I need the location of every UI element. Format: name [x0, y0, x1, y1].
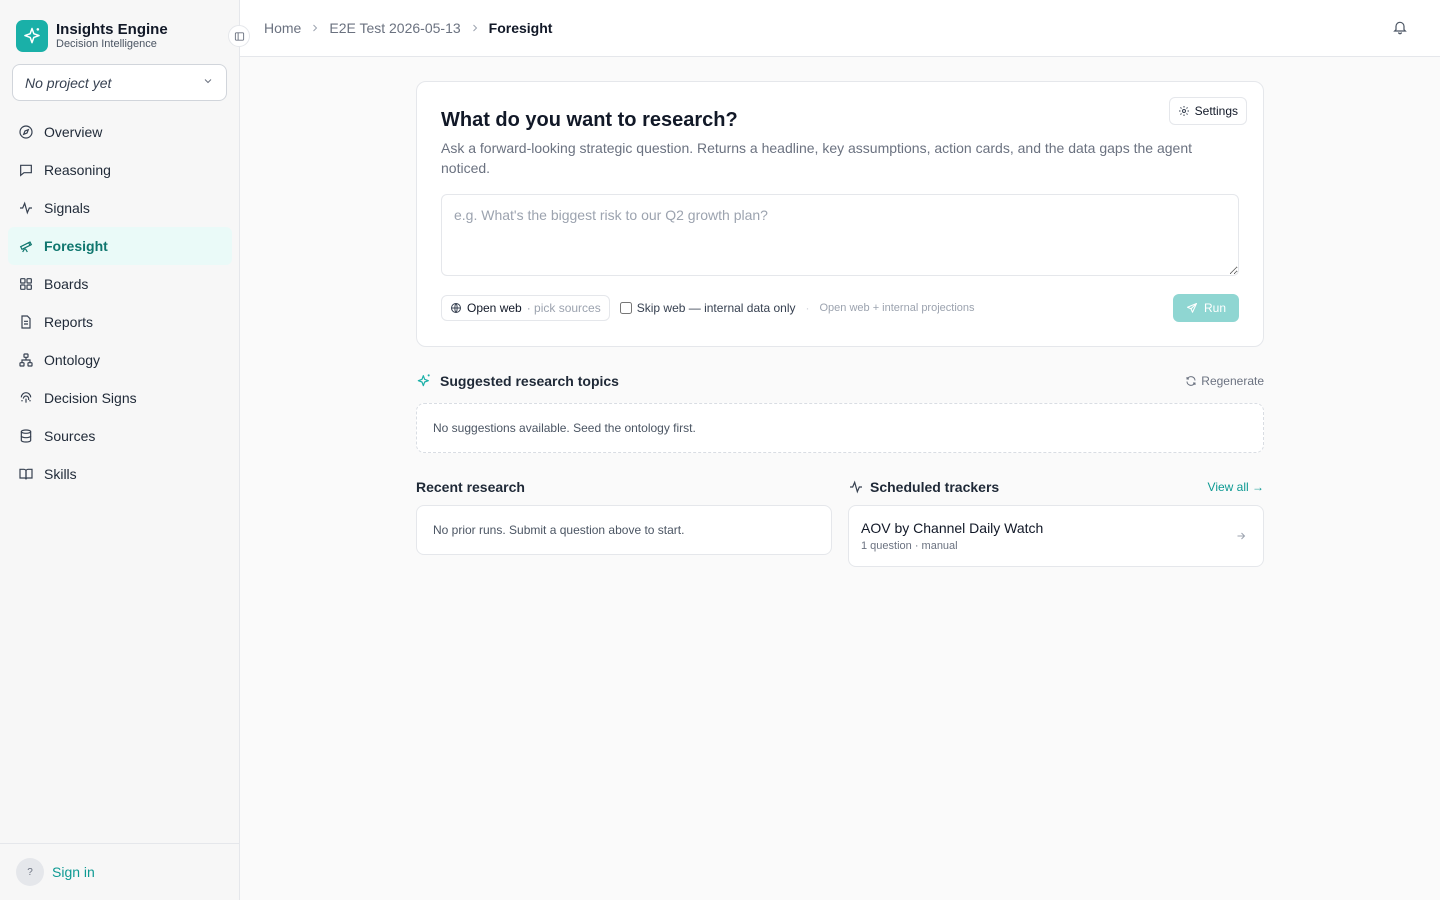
sidebar-item-label: Overview — [44, 124, 103, 140]
tracker-meta: 1 question · manual — [861, 540, 958, 552]
avatar[interactable]: ? — [16, 858, 44, 886]
sidebar-footer: ? Sign in — [0, 843, 239, 900]
regenerate-label: Regenerate — [1201, 374, 1264, 388]
sparkles-icon — [417, 374, 430, 387]
page-title: What do you want to research? — [441, 109, 738, 131]
file-text-icon — [21, 315, 31, 329]
sidebar: Insights Engine Decision Intelligence No… — [0, 0, 240, 900]
sidebar-nav: Overview Reasoning Signals Foresight Boa… — [8, 113, 232, 493]
suggestions-header: Suggested research topics Regenerate — [416, 371, 1264, 391]
fingerprint-icon — [20, 392, 32, 403]
regenerate-button[interactable]: Regenerate — [1185, 374, 1264, 388]
project-select-value: No project yet — [25, 74, 112, 91]
activity-icon — [20, 201, 32, 215]
recent-research-title: Recent research — [416, 479, 525, 495]
sidebar-item-label: Ontology — [44, 352, 101, 368]
chevron-down-icon — [202, 74, 214, 92]
sidebar-item-label: Skills — [44, 466, 77, 482]
suggestions-title: Suggested research topics — [416, 373, 619, 389]
pick-sources-label: · pick sources — [526, 301, 601, 315]
message-square-icon — [20, 164, 32, 177]
research-options: Open web · pick sources Skip web — inter… — [441, 295, 975, 321]
settings-button[interactable]: Settings — [1168, 97, 1247, 125]
research-description: Ask a forward-looking strategic question… — [441, 140, 1192, 176]
globe-icon — [451, 303, 461, 313]
top-bar: Home E2E Test 2026-05-13 Foresight — [240, 0, 1440, 57]
sidebar-toggle-icon — [234, 31, 244, 41]
refresh-icon — [1186, 376, 1196, 386]
collapse-sidebar-button[interactable] — [228, 25, 250, 47]
notifications-button[interactable] — [1392, 19, 1408, 40]
grid-icon — [20, 278, 32, 290]
run-label: Run — [1203, 301, 1226, 315]
suggestions-title-text: Suggested research topics — [440, 373, 619, 389]
bell-icon — [1393, 21, 1407, 35]
sidebar-item-sources[interactable]: Sources — [8, 417, 232, 455]
skip-web-toggle[interactable]: Skip web — internal data only — [619, 301, 796, 315]
book-open-icon — [19, 468, 33, 480]
brand[interactable]: Insights Engine Decision Intelligence — [16, 20, 168, 52]
sidebar-item-reports[interactable]: Reports — [8, 303, 232, 341]
run-button[interactable]: Run — [1173, 294, 1239, 322]
telescope-icon — [19, 241, 33, 253]
separator-dot: · — [805, 301, 810, 315]
sidebar-item-reasoning[interactable]: Reasoning — [8, 151, 232, 189]
trackers-title: Scheduled trackers — [848, 479, 999, 495]
breadcrumb: Home E2E Test 2026-05-13 Foresight — [264, 20, 552, 36]
sidebar-item-skills[interactable]: Skills — [8, 455, 232, 493]
sidebar-item-decision-signs[interactable]: Decision Signs — [8, 379, 232, 417]
network-icon — [19, 353, 33, 367]
tracker-name: AOV by Channel Daily Watch — [861, 520, 1044, 536]
sidebar-item-boards[interactable]: Boards — [8, 265, 232, 303]
chevron-right-icon — [472, 24, 477, 32]
sidebar-item-label: Foresight — [44, 238, 108, 254]
sidebar-item-foresight[interactable]: Foresight — [8, 227, 232, 265]
database-icon — [20, 429, 32, 443]
chevron-right-icon — [313, 24, 318, 32]
trackers-header: Scheduled trackers View all → — [848, 479, 1264, 495]
sparkles-logo-icon — [16, 20, 48, 52]
breadcrumb-home[interactable]: Home — [264, 20, 301, 36]
breadcrumb-project[interactable]: E2E Test 2026-05-13 — [329, 20, 460, 36]
compass-icon — [19, 125, 33, 139]
sidebar-item-label: Reports — [44, 314, 94, 330]
project-select[interactable]: No project yet — [12, 64, 227, 101]
sidebar-item-label: Reasoning — [44, 162, 111, 178]
research-question-input[interactable] — [441, 194, 1239, 276]
view-all-link[interactable]: View all → — [1208, 480, 1264, 494]
trackers-title-text: Scheduled trackers — [870, 479, 1000, 495]
open-web-label: Open web — [467, 301, 522, 315]
mode-hint: Open web + internal projections — [819, 302, 975, 314]
research-card: What do you want to research? Ask a forw… — [416, 81, 1264, 347]
settings-label: Settings — [1194, 104, 1238, 118]
brand-title: Insights Engine — [56, 21, 168, 38]
recent-research-empty-state: No prior runs. Submit a question above t… — [416, 505, 832, 555]
sidebar-item-label: Boards — [44, 276, 89, 292]
skip-web-label: Skip web — internal data only — [636, 301, 796, 315]
sign-in-link[interactable]: Sign in — [52, 864, 95, 880]
activity-icon — [850, 480, 862, 494]
breadcrumb-current: Foresight — [488, 20, 553, 36]
gear-icon — [1178, 106, 1189, 116]
open-web-button[interactable]: Open web · pick sources — [441, 295, 610, 321]
sidebar-item-label: Decision Signs — [44, 390, 137, 406]
skip-web-checkbox[interactable] — [619, 302, 632, 314]
tracker-card[interactable]: AOV by Channel Daily Watch 1 question · … — [848, 505, 1264, 567]
sidebar-item-overview[interactable]: Overview — [8, 113, 232, 151]
sidebar-item-ontology[interactable]: Ontology — [8, 341, 232, 379]
sidebar-item-label: Sources — [44, 428, 96, 444]
arrow-right-icon — [1235, 529, 1247, 547]
brand-subtitle: Decision Intelligence — [56, 38, 157, 50]
send-icon — [1186, 303, 1197, 313]
sidebar-item-signals[interactable]: Signals — [8, 189, 232, 227]
suggestions-empty-state: No suggestions available. Seed the ontol… — [416, 403, 1264, 453]
sidebar-item-label: Signals — [44, 200, 90, 216]
